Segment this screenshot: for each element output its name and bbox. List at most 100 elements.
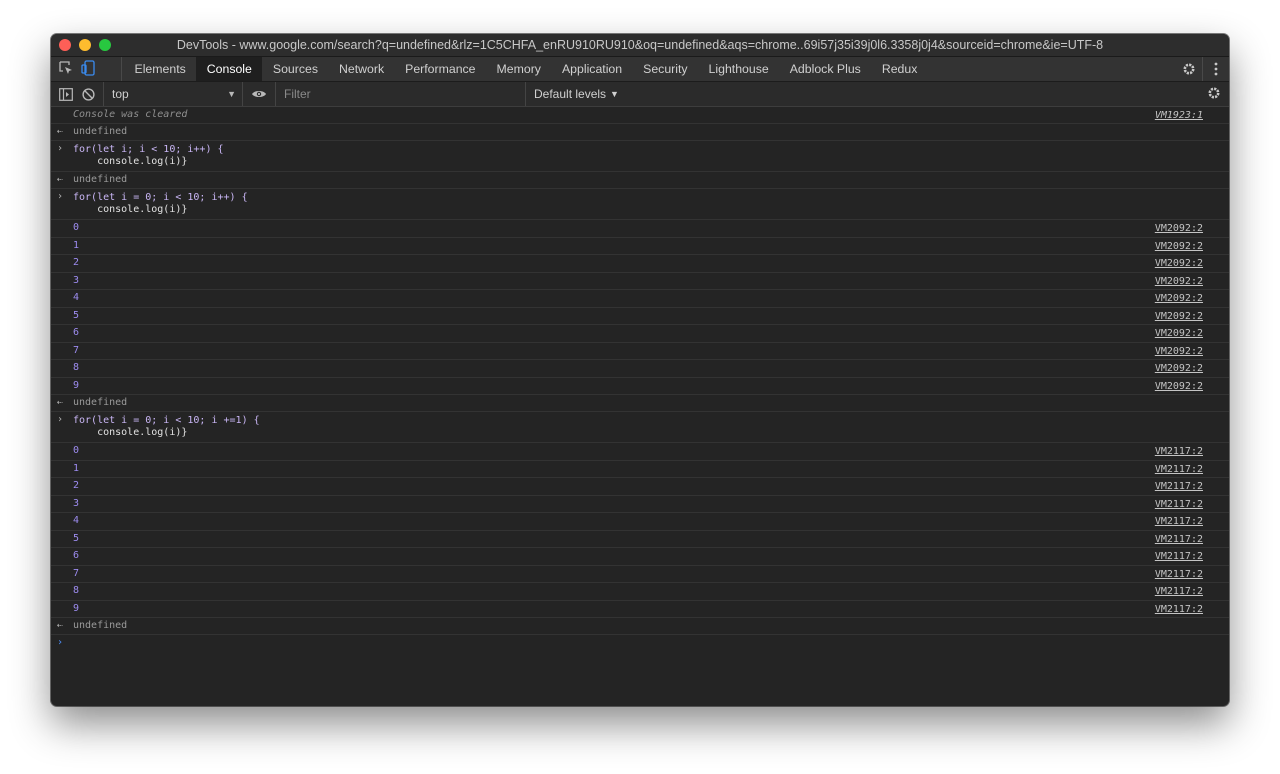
tab-lighthouse[interactable]: Lighthouse [698,57,779,81]
log-group: 0 VM2117:2 1 VM2117:2 2 VM2117:2 3 VM2117:2 4 VM2… [51,443,1229,618]
chevron-down-icon: ▼ [227,89,236,99]
log-row: 4 VM2117:2 [51,513,1229,531]
chevron-down-icon: ▼ [610,89,619,99]
source-link[interactable]: VM2092:2 [1155,293,1203,305]
source-link[interactable]: VM2092:2 [1155,363,1203,375]
panel-tab-bar: Elements Console Sources Network Perform… [51,57,1229,82]
console-output: Console was cleared VM1923:1 ⇠ undefined… [51,107,1229,652]
log-value: 6 [73,550,80,561]
command-line-2: console.log(i)} [73,156,188,167]
maximize-window-button[interactable] [99,39,111,51]
tab-performance[interactable]: Performance [395,57,486,81]
source-link[interactable]: VM2117:2 [1155,551,1203,563]
context-selector[interactable]: top ▼ [103,82,243,106]
source-link[interactable]: VM2117:2 [1155,499,1203,511]
gear-icon[interactable] [1176,62,1202,76]
tab-memory[interactable]: Memory [486,57,551,81]
source-link[interactable]: VM2092:2 [1155,223,1203,235]
title-bar: DevTools - www.google.com/search?q=undef… [51,34,1229,57]
log-value: 8 [73,585,80,596]
input-chevron-icon: › [57,191,64,202]
minimize-window-button[interactable] [79,39,91,51]
log-row: 5 VM2117:2 [51,531,1229,548]
tabbar-tools [51,57,122,81]
tab-security[interactable]: Security [633,57,698,81]
source-link[interactable]: VM2117:2 [1155,604,1203,616]
window-controls [59,39,111,51]
command-line-1: for(let i = 0; i < 10; i++) { [73,192,248,203]
log-row: 0 VM2092:2 [51,220,1229,238]
result-arrow-icon: ⇠ [57,397,64,408]
source-link[interactable]: VM2092:2 [1155,346,1203,358]
tabbar-right-actions [1176,57,1229,81]
inspect-element-icon[interactable] [59,60,73,78]
log-row: 1 VM2092:2 [51,238,1229,255]
kebab-menu-icon[interactable] [1202,57,1229,81]
source-link[interactable]: VM2117:2 [1155,481,1203,493]
result-arrow-icon: ⇠ [57,174,64,185]
source-link[interactable]: VM2092:2 [1155,276,1203,288]
tab-network[interactable]: Network [329,57,395,81]
clear-console-icon[interactable] [77,87,99,101]
source-link[interactable]: VM2117:2 [1155,586,1203,598]
source-link[interactable]: VM2117:2 [1155,446,1203,458]
tab-console[interactable]: Console [196,57,263,81]
log-value: 9 [73,602,80,614]
log-row: 7 VM2092:2 [51,343,1229,360]
source-link[interactable]: VM2092:2 [1155,241,1203,253]
log-value: 0 [73,222,80,233]
device-toolbar-icon[interactable] [81,59,95,79]
sidebar-toggle-icon[interactable] [55,87,77,101]
console-cleared-message: Console was cleared VM1923:1 [51,107,1229,124]
log-value: 1 [73,462,80,474]
source-link[interactable]: VM2092:2 [1155,381,1203,393]
log-value: 0 [73,445,80,456]
close-window-button[interactable] [59,39,71,51]
log-value: 9 [73,379,80,391]
result-row: ⇠ undefined [51,124,1229,141]
result-row: ⇠ undefined [51,618,1229,635]
command-row: › for(let i; i < 10; i++) { console.log(… [51,141,1229,172]
log-row: 6 VM2117:2 [51,548,1229,566]
tab-application[interactable]: Application [551,57,632,81]
prompt-chevron-icon: › [57,637,64,648]
command-row: › for(let i = 0; i < 10; i +=1) { consol… [51,412,1229,443]
source-link[interactable]: VM2092:2 [1155,311,1203,323]
tab-sources[interactable]: Sources [262,57,328,81]
log-group: 0 VM2092:2 1 VM2092:2 2 VM2092:2 3 VM2092:2 4 VM2… [51,220,1229,395]
source-link[interactable]: VM2117:2 [1155,534,1203,546]
window-title: DevTools - www.google.com/search?q=undef… [176,38,1104,52]
command-line-1: for(let i = 0; i < 10; i +=1) { [73,415,260,426]
tab-redux[interactable]: Redux [871,57,928,81]
log-row: 6 VM2092:2 [51,325,1229,343]
source-link[interactable]: VM2117:2 [1155,464,1203,476]
log-row: 3 VM2117:2 [51,496,1229,513]
console-prompt[interactable]: › [51,635,1229,652]
live-expression-eye-icon[interactable] [243,82,276,106]
result-arrow-icon: ⇠ [57,620,64,631]
source-link[interactable]: VM2092:2 [1155,328,1203,340]
devtools-window: DevTools - www.google.com/search?q=undef… [51,34,1229,706]
source-link[interactable]: VM2117:2 [1155,516,1203,528]
source-link[interactable]: VM2092:2 [1155,258,1203,270]
log-levels-dropdown[interactable]: Default levels ▼ [534,87,619,101]
tab-adblock-plus[interactable]: Adblock Plus [779,57,871,81]
source-link[interactable]: VM2117:2 [1155,569,1203,581]
console-settings-gear-icon[interactable] [1207,86,1221,103]
filter-input[interactable] [276,82,526,106]
log-row: 2 VM2092:2 [51,255,1229,273]
tab-elements[interactable]: Elements [124,57,196,81]
command-line-1: for(let i; i < 10; i++) { [73,144,224,155]
log-value: 2 [73,480,80,491]
log-row: 8 VM2117:2 [51,583,1229,601]
log-row: 0 VM2117:2 [51,443,1229,461]
command-line-2: console.log(i)} [73,427,188,438]
source-link[interactable]: VM1923:1 [1155,110,1203,122]
log-value: 3 [73,274,80,286]
log-value: 7 [73,344,80,356]
log-row: 2 VM2117:2 [51,478,1229,496]
result-arrow-icon: ⇠ [57,126,64,137]
log-row: 1 VM2117:2 [51,461,1229,478]
command-line-2: console.log(i)} [73,204,188,215]
log-levels-label: Default levels [534,87,607,101]
